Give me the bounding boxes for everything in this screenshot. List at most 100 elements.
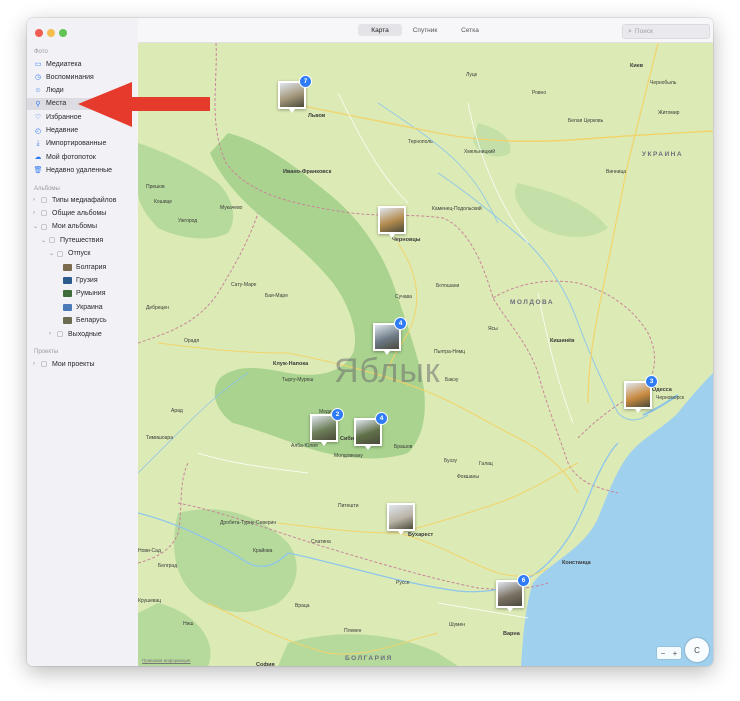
- city-label: Чернобыль: [650, 80, 677, 86]
- city-label: Слатина: [311, 539, 331, 545]
- sidebar-item-label: Медиатека: [46, 60, 82, 68]
- disclosure-triangle-icon[interactable]: ›: [33, 361, 39, 367]
- close-window-button[interactable]: [35, 29, 43, 37]
- search-input[interactable]: ⌕ Поиск: [622, 24, 710, 39]
- city-label: Белая Церковь: [568, 118, 604, 124]
- pin-tail: [389, 234, 395, 238]
- photo-thumbnail: [312, 416, 336, 440]
- sidebar-item[interactable]: ⚲ Места: [27, 97, 138, 110]
- photo-pin-constanta[interactable]: 6: [496, 574, 530, 612]
- photo-library-icon: ▭: [34, 61, 42, 68]
- photo-thumbnail: [498, 582, 522, 606]
- photo-pin-chernivtsi[interactable]: [378, 206, 406, 238]
- sidebar-item[interactable]: ⌄ ▢ Отпуск: [27, 248, 138, 260]
- folder-icon: ▢: [56, 331, 64, 338]
- map-view[interactable]: Киев Чернобыль Жешув Львов Луцк Ровно Житомир Т…: [138, 43, 713, 666]
- sidebar-item-label: Общие альбомы: [52, 209, 107, 217]
- city-label: Руссе: [396, 580, 410, 586]
- sidebar-item[interactable]: 🗑 Недавно удаленные: [27, 164, 138, 176]
- disclosure-triangle-icon[interactable]: ⌄: [49, 250, 55, 257]
- photo-pin-lviv[interactable]: 7: [278, 75, 312, 113]
- memories-icon: ◷: [34, 74, 42, 82]
- pin-tail: [398, 531, 404, 535]
- city-label: Крушевац: [138, 598, 162, 604]
- import-icon: ⤓: [36, 139, 40, 147]
- photo-count-badge: 4: [394, 317, 407, 330]
- sidebar-item[interactable]: Беларусь: [27, 315, 138, 327]
- photo-pin-sibiu-a[interactable]: 2: [310, 408, 344, 446]
- sidebar-item[interactable]: › ▢ Общие альбомы: [27, 207, 138, 219]
- search-placeholder: Поиск: [634, 28, 653, 35]
- photo-pin-bucharest[interactable]: [387, 503, 415, 535]
- sidebar-item[interactable]: ◴ Недавние: [27, 125, 138, 137]
- city-label: Бухарест: [408, 532, 434, 538]
- sidebar-item-label: Мои проекты: [52, 360, 95, 368]
- tab-satellite[interactable]: Спутник: [404, 24, 446, 36]
- sidebar-item[interactable]: Грузия: [27, 274, 138, 286]
- city-label: Кошице: [154, 199, 173, 205]
- sidebar-item-label: Избранное: [46, 113, 82, 121]
- city-label: Тимишоара: [146, 435, 173, 441]
- pin-tail: [635, 409, 641, 413]
- disclosure-triangle-icon[interactable]: ›: [49, 331, 55, 337]
- toolbar: Карта Спутник Сетка ⌕ Поиск: [138, 18, 713, 43]
- sidebar-item[interactable]: Болгария: [27, 261, 138, 273]
- heart-icon: ♡: [34, 114, 42, 122]
- city-label: Дробета-Турну-Северин: [220, 520, 277, 526]
- photos-window: Фото ▭ Медиатека ◷ Воспоминания ☺ Люди ⚲ Места ♡…: [27, 18, 713, 666]
- photo-pin-bicaz[interactable]: 4: [373, 317, 407, 355]
- disclosure-triangle-icon[interactable]: ›: [33, 210, 39, 216]
- city-label: Ужгород: [178, 218, 198, 224]
- zoom-in-button[interactable]: +: [673, 649, 678, 658]
- sidebar-item-label: Воспоминания: [46, 73, 94, 81]
- disclosure-triangle-icon[interactable]: ⌄: [33, 223, 39, 230]
- sidebar-item[interactable]: Украина: [27, 301, 138, 313]
- sidebar-item[interactable]: › ▢ Мои проекты: [27, 358, 138, 370]
- trash-icon: 🗑: [33, 167, 43, 175]
- sidebar-item[interactable]: › ▢ Выходные: [27, 328, 138, 340]
- sidebar-item-label: Грузия: [76, 276, 98, 284]
- tab-grid[interactable]: Сетка: [450, 24, 490, 36]
- sidebar-item[interactable]: ⌄ ▢ Путешествия: [27, 234, 138, 246]
- city-label: Жешув: [186, 100, 203, 106]
- legal-link[interactable]: Правовая информация: [142, 658, 190, 663]
- city-label: Брашов: [394, 444, 413, 450]
- album-thumbnail: [63, 290, 72, 298]
- photo-count-badge: 7: [299, 75, 312, 88]
- photo-pin-sibiu-b[interactable]: 4: [354, 412, 388, 450]
- disclosure-triangle-icon[interactable]: ›: [33, 197, 39, 203]
- zoom-window-button[interactable]: [59, 29, 67, 37]
- sidebar-item[interactable]: ☁ Мой фотопоток: [27, 151, 138, 163]
- pin-tail: [289, 109, 295, 113]
- album-thumbnail: [63, 263, 72, 271]
- sidebar-item[interactable]: Румыния: [27, 288, 138, 300]
- city-label: Плевен: [344, 628, 362, 634]
- sidebar-item-label: Места: [46, 100, 67, 108]
- photo-pin-odesa[interactable]: 3: [624, 375, 658, 413]
- city-label: София: [256, 662, 275, 666]
- sidebar-item-label: Беларусь: [76, 317, 107, 325]
- sidebar-item[interactable]: ⌄ ▢ Мои альбомы: [27, 221, 138, 233]
- photo-count-badge: 6: [517, 574, 530, 587]
- city-label: Сату-Маре: [231, 282, 257, 288]
- sidebar-item[interactable]: ▭ Медиатека: [27, 58, 138, 70]
- cloud-icon: ☁: [34, 154, 42, 162]
- sidebar-item[interactable]: ♡ Избранное: [27, 111, 138, 123]
- city-label: Галац: [479, 461, 493, 467]
- compass-button[interactable]: С: [685, 638, 709, 662]
- city-label: Тернополь: [408, 139, 433, 145]
- city-label: Крайова: [253, 548, 273, 554]
- city-label: Бая-Маре: [265, 293, 288, 299]
- zoom-out-button[interactable]: −: [661, 649, 666, 658]
- sidebar-item[interactable]: ◷ Воспоминания: [27, 71, 138, 83]
- minimize-window-button[interactable]: [47, 29, 55, 37]
- sidebar-item[interactable]: ⤓ Импортированные: [27, 138, 138, 150]
- sidebar-item[interactable]: ☺ Люди: [27, 85, 138, 97]
- sidebar-item-label: Румыния: [76, 290, 106, 298]
- folder-icon: ▢: [56, 250, 64, 258]
- folder-icon: ▢: [40, 361, 48, 368]
- disclosure-triangle-icon[interactable]: ⌄: [41, 237, 47, 244]
- tab-map[interactable]: Карта: [358, 24, 402, 36]
- sidebar-item-label: Типы медиафайлов: [52, 196, 117, 204]
- sidebar-item[interactable]: › ▢ Типы медиафайлов: [27, 194, 138, 206]
